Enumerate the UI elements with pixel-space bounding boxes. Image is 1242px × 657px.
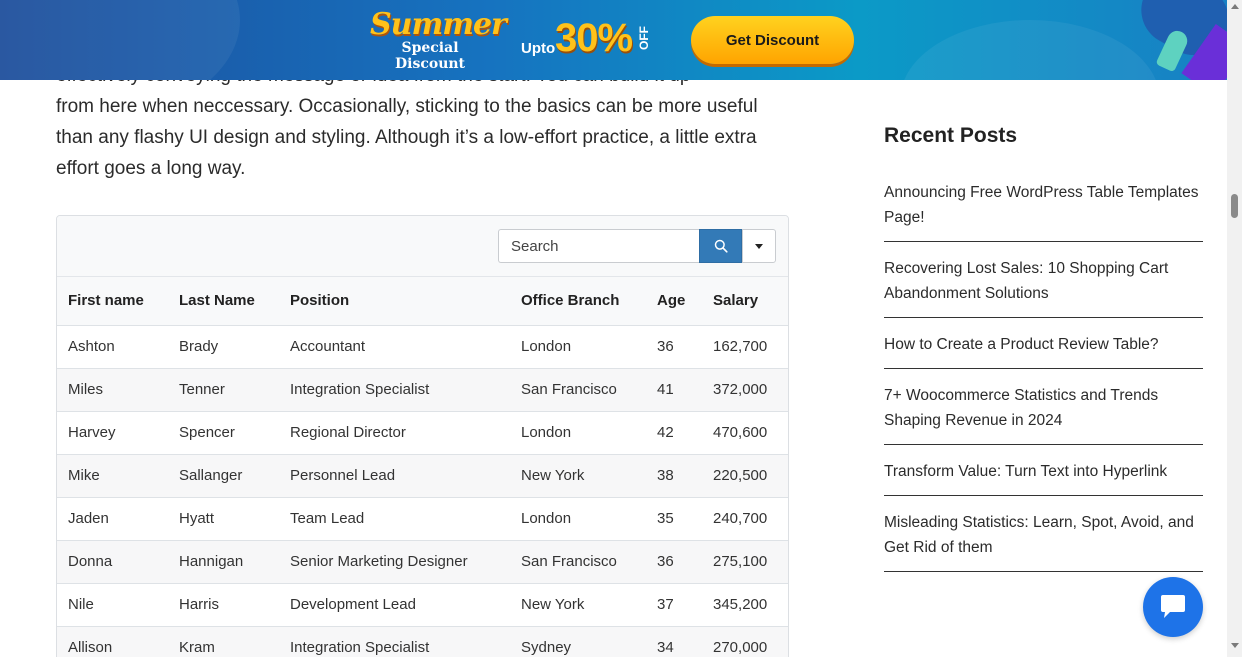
cell-position: Accountant (279, 325, 510, 369)
article-text: from here when neccessary. Occasionally,… (56, 96, 758, 179)
scroll-down-arrow-icon[interactable] (1231, 643, 1239, 648)
cell-last-name: Kram (168, 626, 279, 657)
cell-last-name: Spencer (168, 411, 279, 455)
scrollbar-thumb[interactable] (1231, 194, 1238, 218)
recent-post-link[interactable]: Recovering Lost Sales: 10 Shopping Cart … (884, 256, 1203, 318)
table-row: Ashton Brady Accountant London 36 162,70… (57, 325, 788, 369)
cell-salary: 372,000 (702, 368, 788, 412)
cell-age: 41 (646, 368, 702, 412)
table-row: Jaden Hyatt Team Lead London 35 240,700 (57, 497, 788, 541)
cell-last-name: Harris (168, 583, 279, 627)
search-icon (714, 239, 728, 253)
cell-first-name: Jaden (57, 497, 168, 541)
data-table-card: First name Last Name Position Office Bra… (56, 215, 789, 657)
discount-percent: 30% (555, 16, 633, 60)
cell-salary: 240,700 (702, 497, 788, 541)
employee-table: First name Last Name Position Office Bra… (57, 277, 788, 657)
banner-wave-decoration (900, 20, 1160, 80)
recent-post-link[interactable]: How to Create a Product Review Table? (884, 332, 1203, 369)
caret-down-icon (755, 243, 763, 249)
cell-office-branch: London (510, 497, 646, 541)
cell-age: 34 (646, 626, 702, 657)
scroll-up-arrow-icon[interactable] (1231, 4, 1239, 9)
cell-first-name: Mike (57, 454, 168, 498)
summer-logo: Summer Special Discount (370, 7, 507, 73)
cell-position: Senior Marketing Designer (279, 540, 510, 584)
cell-position: Regional Director (279, 411, 510, 455)
table-search-input[interactable] (498, 229, 700, 263)
recent-posts-sidebar: Recent Posts Announcing Free WordPress T… (884, 124, 1203, 586)
cell-age: 38 (646, 454, 702, 498)
cell-first-name: Harvey (57, 411, 168, 455)
recent-post-link[interactable]: 7+ Woocommerce Statistics and Trends Sha… (884, 383, 1203, 445)
cell-last-name: Tenner (168, 368, 279, 412)
cell-salary: 270,000 (702, 626, 788, 657)
get-discount-button[interactable]: Get Discount (691, 16, 854, 64)
column-header-last-name[interactable]: Last Name (168, 277, 279, 326)
cell-last-name: Brady (168, 325, 279, 369)
recent-post-link[interactable]: Transform Value: Turn Text into Hyperlin… (884, 459, 1203, 496)
cell-office-branch: San Francisco (510, 368, 646, 412)
cell-salary: 470,600 (702, 411, 788, 455)
table-row: Allison Kram Integration Specialist Sydn… (57, 626, 788, 657)
cell-first-name: Allison (57, 626, 168, 657)
table-row: Harvey Spencer Regional Director London … (57, 411, 788, 455)
banner-wave-decoration (0, 0, 240, 80)
summer-text: Summer (370, 7, 507, 42)
column-header-office-branch[interactable]: Office Branch (510, 277, 646, 326)
table-row: Miles Tenner Integration Specialist San … (57, 368, 788, 412)
table-toolbar (57, 216, 788, 277)
cell-salary: 220,500 (702, 454, 788, 498)
promo-banner: Summer Special Discount Upto 30% OFF Get… (0, 0, 1227, 80)
cell-office-branch: New York (510, 454, 646, 498)
table-header-row: First name Last Name Position Office Bra… (57, 277, 788, 326)
cell-first-name: Ashton (57, 325, 168, 369)
cell-first-name: Donna (57, 540, 168, 584)
cell-age: 37 (646, 583, 702, 627)
column-header-age[interactable]: Age (646, 277, 702, 326)
recent-post-link[interactable]: Announcing Free WordPress Table Template… (884, 180, 1203, 242)
column-header-salary[interactable]: Salary (702, 277, 788, 326)
cell-last-name: Hyatt (168, 497, 279, 541)
cell-salary: 345,200 (702, 583, 788, 627)
cell-position: Integration Specialist (279, 626, 510, 657)
column-header-first-name[interactable]: First name (57, 277, 168, 326)
off-text: OFF (637, 26, 651, 50)
cell-age: 35 (646, 497, 702, 541)
cell-last-name: Hannigan (168, 540, 279, 584)
cell-office-branch: London (510, 325, 646, 369)
chat-bubble-icon (1161, 595, 1185, 618)
table-row: Nile Harris Development Lead New York 37… (57, 583, 788, 627)
table-row: Donna Hannigan Senior Marketing Designer… (57, 540, 788, 584)
search-button[interactable] (699, 229, 742, 263)
cell-age: 36 (646, 540, 702, 584)
cell-office-branch: Sydney (510, 626, 646, 657)
search-options-dropdown[interactable] (742, 229, 776, 263)
cell-age: 36 (646, 325, 702, 369)
table-row: Mike Sallanger Personnel Lead New York 3… (57, 454, 788, 498)
recent-posts-title: Recent Posts (884, 124, 1018, 147)
cell-position: Team Lead (279, 497, 510, 541)
cell-office-branch: New York (510, 583, 646, 627)
cell-first-name: Nile (57, 583, 168, 627)
upto-text: Upto (521, 40, 556, 57)
recent-post-link[interactable]: Misleading Statistics: Learn, Spot, Avoi… (884, 510, 1203, 572)
special-discount-text: Special Discount (394, 40, 466, 72)
cell-last-name: Sallanger (168, 454, 279, 498)
cell-age: 42 (646, 411, 702, 455)
live-chat-button[interactable] (1143, 577, 1203, 637)
cell-position: Personnel Lead (279, 454, 510, 498)
cell-first-name: Miles (57, 368, 168, 412)
cell-salary: 275,100 (702, 540, 788, 584)
cell-salary: 162,700 (702, 325, 788, 369)
cell-office-branch: San Francisco (510, 540, 646, 584)
column-header-position[interactable]: Position (279, 277, 510, 326)
page-scrollbar[interactable] (1227, 0, 1242, 657)
cell-position: Development Lead (279, 583, 510, 627)
cell-position: Integration Specialist (279, 368, 510, 412)
cell-office-branch: London (510, 411, 646, 455)
